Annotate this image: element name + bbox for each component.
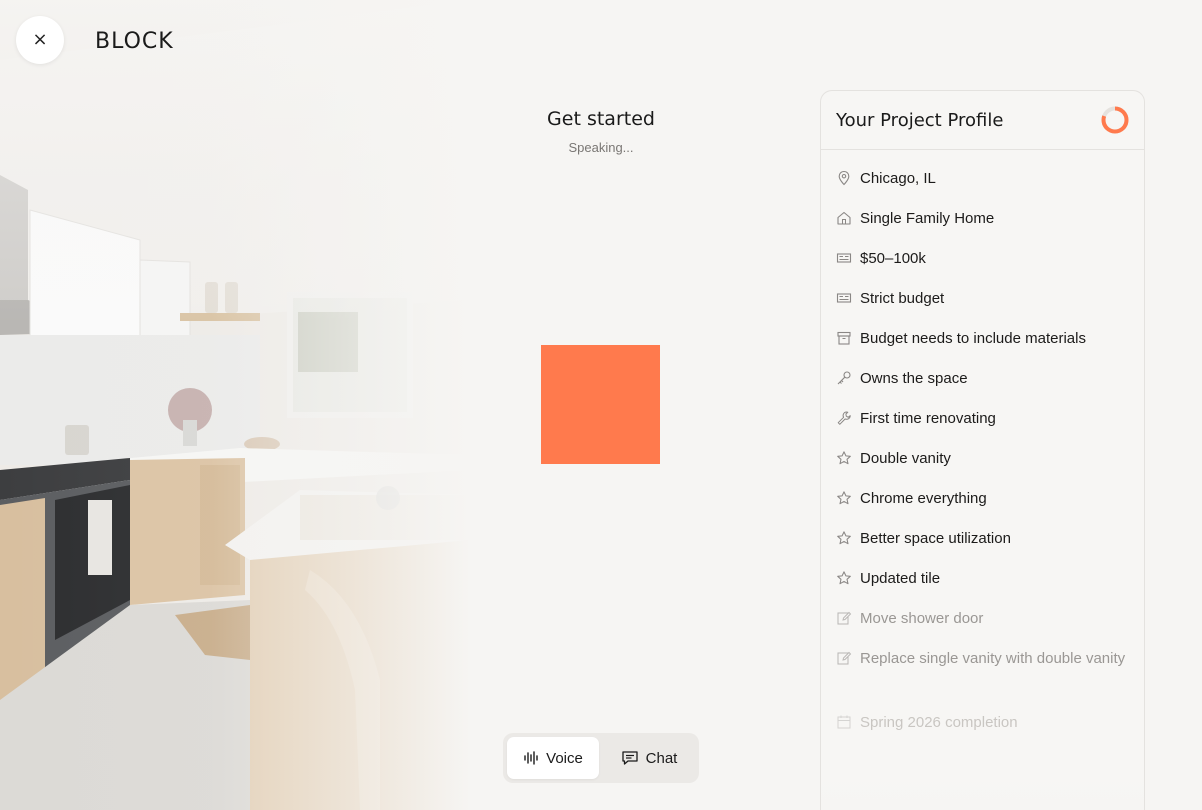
profile-item-label: Budget needs to include materials [860,330,1086,347]
profile-item-label: Replace single vanity with double vanity [860,650,1126,667]
profile-item-label: Chicago, IL [860,170,936,187]
edit-icon [837,651,852,665]
project-profile-panel: Your Project Profile Chicago, IL Single F… [820,90,1145,810]
profile-item-label: Chrome everything [860,490,987,507]
profile-completion-ring [1101,106,1129,134]
location-pin-icon [838,170,850,186]
profile-item-label: Updated tile [860,570,941,587]
profile-item: Chrome everything [821,487,1144,527]
banknote-icon [836,293,852,303]
profile-item: Chicago, IL [821,167,1144,207]
chat-mode-button[interactable]: Chat [603,737,695,779]
profile-item-label: Single Family Home [860,210,995,227]
star-icon [837,491,851,505]
profile-item-label: Double vanity [860,450,951,467]
profile-item: First time renovating [821,407,1144,447]
kitchen-background-image [0,0,470,810]
chat-bubble-icon [622,751,638,765]
wrench-icon [837,411,851,425]
profile-item: Spring 2026 completion [821,711,1144,751]
banknote-icon [836,253,852,263]
waveform-icon [524,751,538,765]
session-title: Get started [547,108,655,130]
chat-mode-label: Chat [645,749,678,767]
profile-item: Better space utilization [821,527,1144,567]
profile-item-label: Owns the space [860,370,968,387]
close-icon: × [32,29,48,50]
profile-item-label: First time renovating [860,410,996,427]
profile-item: Single Family Home [821,207,1144,247]
calendar-icon [837,715,851,729]
voice-activity-indicator [541,345,660,464]
profile-item-label: $50–100k [860,250,926,267]
profile-item-label: Move shower door [860,610,984,627]
profile-item: Strict budget [821,287,1144,327]
star-icon [837,571,851,585]
voice-mode-button[interactable]: Voice [507,737,599,779]
star-icon [837,531,851,545]
profile-item: $50–100k [821,247,1144,287]
session-status: Speaking... [568,140,634,155]
voice-mode-label: Voice [546,749,583,767]
profile-item: Double vanity [821,447,1144,487]
close-button[interactable]: × [16,16,64,64]
profile-title: Your Project Profile [836,109,1004,131]
profile-header: Your Project Profile [821,91,1144,150]
profile-item: Updated tile [821,567,1144,607]
profile-item: Replace single vanity with double vanity [821,647,1144,711]
profile-item: Owns the space [821,367,1144,407]
house-icon [837,211,851,225]
profile-item-label: Spring 2026 completion [860,714,1018,731]
archive-box-icon [837,331,851,345]
profile-item-label: Better space utilization [860,530,1011,547]
mode-toggle: Voice Chat [503,733,699,783]
key-icon [837,371,851,385]
edit-icon [837,611,852,625]
star-icon [837,451,851,465]
profile-item: Move shower door [821,607,1144,647]
profile-item: Budget needs to include materials [821,327,1144,367]
profile-item-label: Strict budget [860,290,945,307]
brand-logo: BLOCK [95,29,174,54]
profile-item-list: Chicago, IL Single Family Home $50–100k Str… [821,150,1144,751]
